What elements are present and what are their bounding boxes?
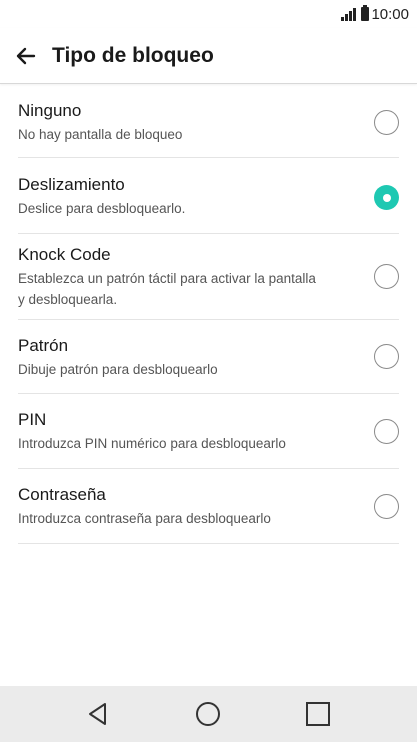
option-title: PIN xyxy=(18,410,47,429)
signal-icon xyxy=(341,7,357,21)
lock-type-list: Ninguno No hay pantalla de bloqueo Desli… xyxy=(18,88,399,544)
battery-icon xyxy=(361,5,370,21)
option-patron[interactable]: Patrón Dibuje patrón para desbloquearlo xyxy=(18,320,399,394)
status-bar: 10:00 xyxy=(0,0,417,28)
app-bar: Tipo de bloqueo xyxy=(0,28,417,84)
page-title: Tipo de bloqueo xyxy=(52,44,214,67)
option-title: Deslizamiento xyxy=(18,175,125,194)
radio-button[interactable] xyxy=(374,264,399,289)
option-title: Contraseña xyxy=(18,485,106,504)
status-time: 10:00 xyxy=(371,5,409,23)
back-triangle-icon[interactable] xyxy=(84,700,112,728)
option-ninguno[interactable]: Ninguno No hay pantalla de bloqueo xyxy=(18,88,399,158)
option-knock-code[interactable]: Knock Code Establezca un patrón táctil p… xyxy=(18,234,399,320)
radio-button[interactable] xyxy=(374,494,399,519)
navigation-bar xyxy=(0,686,417,742)
option-title: Knock Code xyxy=(18,245,111,264)
radio-button-selected[interactable] xyxy=(374,185,399,210)
arrow-left-icon[interactable] xyxy=(12,42,40,70)
option-description: Dibuje patrón para desbloquearlo xyxy=(18,362,218,377)
option-deslizamiento[interactable]: Deslizamiento Deslice para desbloquearlo… xyxy=(18,158,399,234)
option-description: Introduzca contraseña para desbloquearlo xyxy=(18,511,271,526)
radio-button[interactable] xyxy=(374,344,399,369)
radio-button[interactable] xyxy=(374,419,399,444)
option-title: Ninguno xyxy=(18,101,82,120)
option-pin[interactable]: PIN Introduzca PIN numérico para desbloq… xyxy=(18,394,399,469)
option-description: Establezca un patrón táctil para activar… xyxy=(18,271,316,307)
option-description: Deslice para desbloquearlo. xyxy=(18,201,186,216)
radio-button[interactable] xyxy=(374,110,399,135)
option-contrasena[interactable]: Contraseña Introduzca contraseña para de… xyxy=(18,469,399,544)
option-title: Patrón xyxy=(18,336,69,355)
recents-square-icon[interactable] xyxy=(304,700,332,728)
status-icons: 10:00 xyxy=(341,5,409,23)
option-description: No hay pantalla de bloqueo xyxy=(18,127,183,142)
home-circle-icon[interactable] xyxy=(194,700,222,728)
option-description: Introduzca PIN numérico para desbloquear… xyxy=(18,436,286,451)
